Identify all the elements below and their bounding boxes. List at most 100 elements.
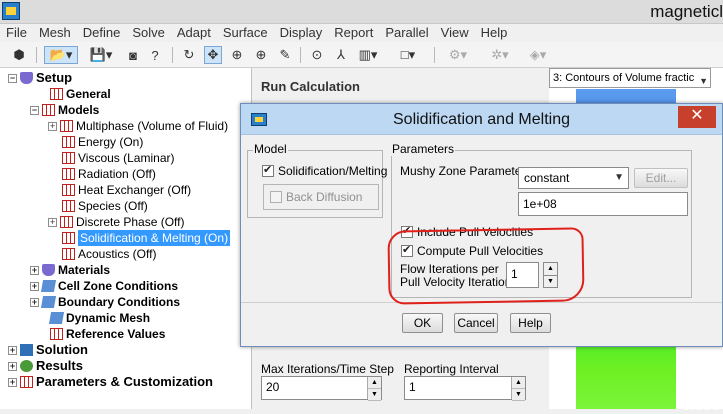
- tree-label: Acoustics (Off): [78, 247, 157, 261]
- tree-label: Discrete Phase (Off): [76, 215, 185, 229]
- solidification-melting-checkbox[interactable]: Solidification/Melting: [262, 163, 387, 178]
- rotate-icon[interactable]: ↻: [180, 46, 198, 64]
- toolbar-separator: [434, 47, 435, 63]
- tree-label-selected: Solidification & Melting (On): [78, 230, 231, 246]
- tree-item-cell-zone[interactable]: + Cell Zone Conditions: [30, 278, 178, 294]
- menu-report[interactable]: Report: [328, 24, 379, 42]
- cube-icon: [40, 280, 57, 292]
- menu-surface[interactable]: Surface: [217, 24, 274, 42]
- tree-label: Boundary Conditions: [58, 295, 180, 309]
- tree-label: General: [66, 87, 111, 101]
- cancel-button[interactable]: Cancel: [454, 313, 498, 333]
- tree-item-boundary[interactable]: + Boundary Conditions: [30, 294, 180, 310]
- open-file-icon[interactable]: 📂▾: [44, 46, 78, 64]
- tree-label: Parameters & Customization: [36, 374, 213, 389]
- tree-item-solidification[interactable]: Solidification & Melting (On): [62, 230, 231, 246]
- settings-icon[interactable]: ✲▾: [486, 46, 514, 64]
- checkbox-label: Back Diffusion: [286, 190, 363, 204]
- tree-item-solution[interactable]: + Solution: [8, 342, 88, 358]
- dialog-titlebar: Solidification and Melting ✕: [241, 104, 722, 135]
- back-diffusion-checkbox[interactable]: Back Diffusion: [270, 190, 362, 204]
- spin-up-icon[interactable]: ▲: [512, 377, 525, 389]
- tree-item-viscous[interactable]: Viscous (Laminar): [62, 150, 174, 166]
- tree-item-parameters[interactable]: + Parameters & Customization: [8, 374, 213, 390]
- spin-down-icon[interactable]: ▼: [368, 389, 381, 401]
- tree-item-heat-exchanger[interactable]: Heat Exchanger (Off): [62, 182, 191, 198]
- expand-icon[interactable]: +: [8, 345, 17, 355]
- expand-icon[interactable]: +: [30, 281, 39, 291]
- menu-parallel[interactable]: Parallel: [379, 24, 434, 42]
- transform-icon[interactable]: ⚙▾: [444, 46, 472, 64]
- window-icon[interactable]: □▾: [394, 46, 422, 64]
- tree-item-general[interactable]: General: [50, 86, 111, 102]
- fit-view-icon[interactable]: ⊙: [308, 46, 326, 64]
- tree-item-multiphase[interactable]: + Multiphase (Volume of Fluid): [48, 118, 228, 134]
- menu-define[interactable]: Define: [77, 24, 127, 42]
- expand-icon[interactable]: +: [30, 297, 39, 307]
- chevron-down-icon: ▼: [699, 76, 708, 86]
- menu-mesh[interactable]: Mesh: [33, 24, 77, 42]
- grid-icon: [62, 248, 75, 260]
- menu-solve[interactable]: Solve: [126, 24, 171, 42]
- expand-icon[interactable]: +: [48, 121, 57, 131]
- tree-label: Multiphase (Volume of Fluid): [76, 119, 229, 133]
- grid-icon: [42, 104, 55, 116]
- home-icon[interactable]: ⬢: [10, 46, 28, 64]
- expand-icon[interactable]: +: [8, 361, 17, 371]
- checkbox-unchecked-icon[interactable]: [270, 191, 282, 203]
- reporting-interval-input[interactable]: 1 ▲ ▼: [404, 376, 526, 401]
- tree-item-results[interactable]: + Results: [8, 358, 83, 374]
- menu-adapt[interactable]: Adapt: [171, 24, 217, 42]
- mushy-zone-select[interactable]: constant ▼: [518, 167, 629, 189]
- expand-icon[interactable]: +: [8, 377, 17, 387]
- max-iterations-input[interactable]: 20 ▲ ▼: [261, 376, 382, 401]
- pan-icon[interactable]: ✥: [204, 46, 222, 64]
- zoom-box-icon[interactable]: ⊕: [252, 46, 270, 64]
- menu-help[interactable]: Help: [475, 24, 514, 42]
- toolbar-separator: [300, 47, 301, 63]
- spin-down-icon[interactable]: ▼: [512, 389, 525, 401]
- tree-item-species[interactable]: Species (Off): [62, 198, 148, 214]
- grid-icon: [60, 216, 73, 228]
- collapse-icon[interactable]: −: [30, 105, 39, 115]
- menu-view[interactable]: View: [435, 24, 475, 42]
- expand-icon[interactable]: +: [30, 265, 39, 275]
- model-group-label: Model: [253, 142, 288, 156]
- help-icon[interactable]: ?: [146, 46, 164, 64]
- ok-button[interactable]: OK: [402, 313, 443, 333]
- spin-up-icon[interactable]: ▲: [368, 377, 381, 389]
- save-icon[interactable]: 💾▾: [86, 46, 116, 64]
- zoom-in-icon[interactable]: ⊕: [228, 46, 246, 64]
- grid-icon: [62, 168, 75, 180]
- colorbar-label: 5.00e-01: [682, 397, 723, 414]
- mesh-display-icon[interactable]: ◈▾: [524, 46, 552, 64]
- close-button[interactable]: ✕: [678, 106, 716, 128]
- max-iterations-value[interactable]: 20: [262, 377, 367, 399]
- checkbox-checked-icon[interactable]: [262, 163, 274, 177]
- camera-icon[interactable]: ◙: [124, 46, 142, 64]
- axes-icon[interactable]: ⅄: [332, 46, 350, 64]
- tree-item-acoustics[interactable]: Acoustics (Off): [62, 246, 156, 262]
- toolbar-separator: [172, 47, 173, 63]
- mushy-zone-value-input[interactable]: 1e+08: [518, 192, 688, 216]
- tree-item-radiation[interactable]: Radiation (Off): [62, 166, 156, 182]
- tree-label: Energy (On): [78, 135, 144, 149]
- tree-item-setup[interactable]: − Setup: [8, 70, 72, 86]
- probe-icon[interactable]: ✎: [276, 46, 294, 64]
- tree-item-models[interactable]: − Models: [30, 102, 99, 118]
- tree-item-discrete-phase[interactable]: + Discrete Phase (Off): [48, 214, 184, 230]
- collapse-icon[interactable]: −: [8, 73, 17, 83]
- expand-icon[interactable]: +: [48, 217, 57, 227]
- tree-item-energy[interactable]: Energy (On): [62, 134, 143, 150]
- tree-label: Viscous (Laminar): [78, 151, 175, 165]
- menu-display[interactable]: Display: [274, 24, 329, 42]
- help-button[interactable]: Help: [510, 313, 551, 333]
- layout-icon[interactable]: ▥▾: [354, 46, 382, 64]
- tree-item-materials[interactable]: + Materials: [30, 262, 110, 278]
- reporting-interval-value[interactable]: 1: [405, 377, 511, 399]
- tree-item-dynamic-mesh[interactable]: Dynamic Mesh: [48, 310, 150, 326]
- graphics-window-select[interactable]: 3: Contours of Volume fractic ▼: [549, 68, 711, 88]
- edit-button[interactable]: Edit...: [634, 168, 688, 188]
- tree-item-reference[interactable]: Reference Values: [50, 326, 165, 342]
- menu-file[interactable]: File: [0, 24, 33, 42]
